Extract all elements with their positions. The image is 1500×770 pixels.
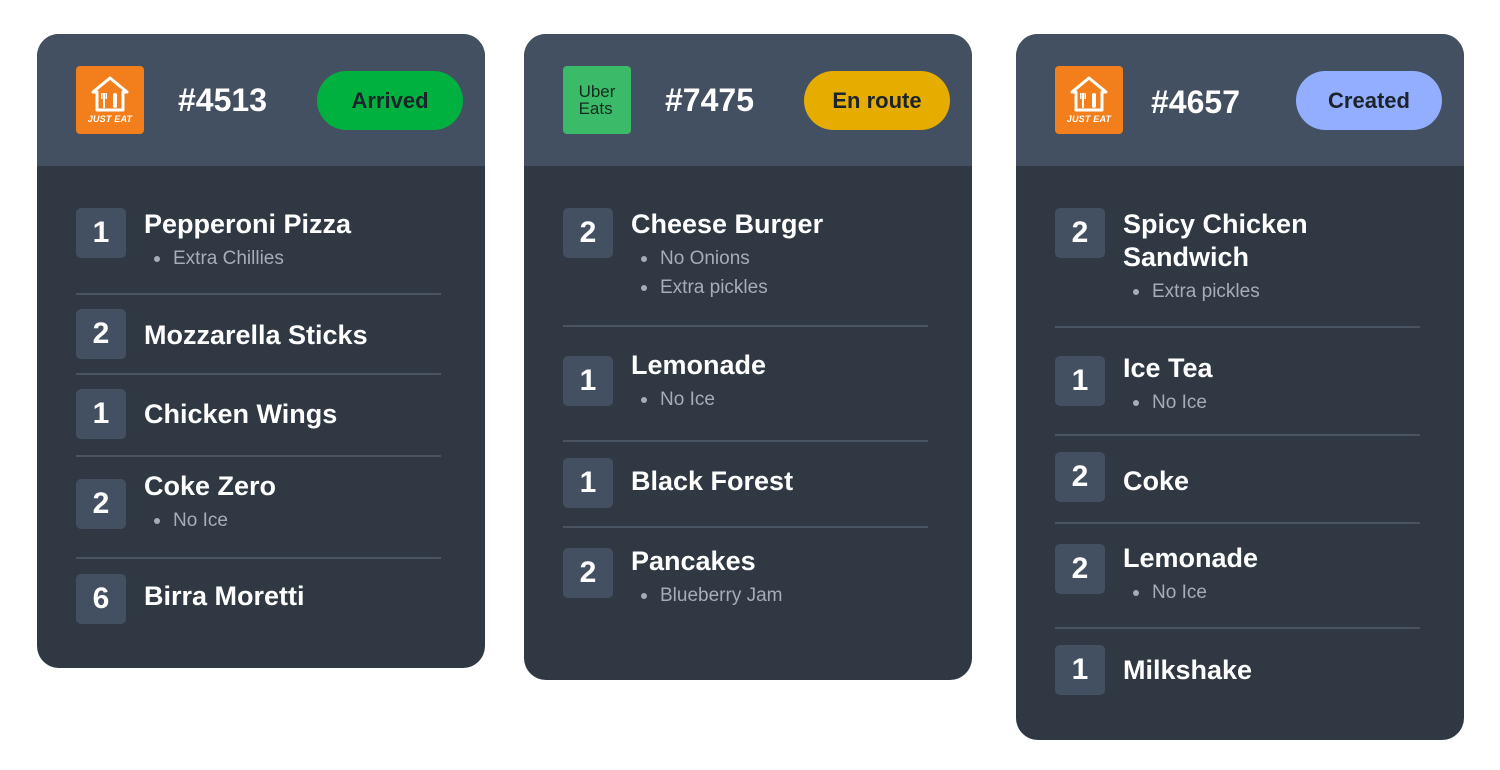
house-cutlery-icon xyxy=(1070,76,1108,112)
order-number: #4513 xyxy=(178,82,267,118)
order-card-4513[interactable]: JUST EAT #4513 Arrived 1 Pepperoni Pizza… xyxy=(37,34,485,668)
quantity-badge: 2 xyxy=(563,548,613,598)
list-item[interactable]: 1 Chicken Wings xyxy=(76,389,441,439)
item-name: Milkshake xyxy=(1123,655,1253,685)
status-badge[interactable]: Created xyxy=(1296,71,1442,130)
list-item[interactable]: 2 Cheese Burger No Onions Extra pickles xyxy=(563,208,928,302)
quantity-badge: 1 xyxy=(563,458,613,508)
order-items: 2 Spicy Chicken Sandwich Extra pickles 1… xyxy=(1016,208,1464,695)
item-modifier: No Ice xyxy=(144,506,276,535)
quantity-badge: 2 xyxy=(1055,544,1105,594)
item-name: Lemonade xyxy=(1123,543,1259,573)
list-item[interactable]: 2 Coke xyxy=(1055,452,1420,502)
list-item[interactable]: 2 Spicy Chicken Sandwich Extra pickles xyxy=(1055,208,1420,306)
divider xyxy=(1055,434,1420,436)
quantity-badge: 2 xyxy=(76,309,126,359)
uber-eats-wordmark: Uber Eats xyxy=(578,82,616,118)
order-card-7475[interactable]: Uber Eats #7475 En route 2 Cheese Burger… xyxy=(524,34,972,680)
divider xyxy=(1055,522,1420,524)
list-item[interactable]: 1 Milkshake xyxy=(1055,645,1420,695)
just-eat-logo: JUST EAT xyxy=(1055,66,1123,134)
just-eat-wordmark: JUST EAT xyxy=(87,114,133,124)
list-item[interactable]: 1 Pepperoni Pizza Extra Chillies xyxy=(76,208,441,273)
order-items: 2 Cheese Burger No Onions Extra pickles … xyxy=(524,208,972,610)
quantity-badge: 2 xyxy=(1055,208,1105,258)
quantity-badge: 2 xyxy=(76,479,126,529)
item-name: Chicken Wings xyxy=(144,399,338,429)
list-item[interactable]: 2 Lemonade No Ice xyxy=(1055,543,1420,607)
divider xyxy=(563,526,928,528)
list-item[interactable]: 1 Lemonade No Ice xyxy=(563,350,928,414)
item-name: Pepperoni Pizza xyxy=(144,209,352,239)
list-item[interactable]: 1 Black Forest xyxy=(563,458,928,508)
divider xyxy=(563,440,928,442)
order-header: JUST EAT #4513 Arrived xyxy=(37,34,485,166)
order-number: #4657 xyxy=(1151,84,1240,120)
divider xyxy=(76,293,441,295)
quantity-badge: 6 xyxy=(76,574,126,624)
just-eat-logo: JUST EAT xyxy=(76,66,144,134)
order-items: 1 Pepperoni Pizza Extra Chillies 2 Mozza… xyxy=(37,208,485,624)
quantity-badge: 1 xyxy=(76,208,126,258)
list-item[interactable]: 2 Coke Zero No Ice xyxy=(76,471,441,535)
item-modifier: No Ice xyxy=(1123,578,1258,607)
quantity-badge: 2 xyxy=(563,208,613,258)
quantity-badge: 2 xyxy=(1055,452,1105,502)
item-modifier: Blueberry Jam xyxy=(631,581,783,610)
item-modifier: No Ice xyxy=(631,385,766,414)
list-item[interactable]: 2 Pancakes Blueberry Jam xyxy=(563,546,928,610)
divider xyxy=(1055,326,1420,328)
quantity-badge: 1 xyxy=(1055,645,1105,695)
item-name: Mozzarella Sticks xyxy=(144,320,368,350)
item-name: Coke Zero xyxy=(144,471,277,501)
house-cutlery-icon xyxy=(91,76,129,112)
order-card-4657[interactable]: JUST EAT #4657 Created 2 Spicy Chicken S… xyxy=(1016,34,1464,740)
item-modifier: Extra pickles xyxy=(1123,277,1353,306)
order-header: Uber Eats #7475 En route xyxy=(524,34,972,166)
uber-eats-logo: Uber Eats xyxy=(563,66,631,134)
item-name: Birra Moretti xyxy=(144,581,305,611)
item-name: Coke xyxy=(1123,466,1190,496)
item-name: Ice Tea xyxy=(1123,353,1213,383)
item-modifier: No Ice xyxy=(1123,388,1213,417)
item-modifier: Extra pickles xyxy=(631,273,823,302)
divider xyxy=(563,325,928,327)
divider xyxy=(76,373,441,375)
item-name: Lemonade xyxy=(631,350,767,380)
status-badge[interactable]: Arrived xyxy=(317,71,463,130)
item-name: Black Forest xyxy=(631,466,794,496)
order-header: JUST EAT #4657 Created xyxy=(1016,34,1464,166)
list-item[interactable]: 6 Birra Moretti xyxy=(76,574,441,624)
just-eat-wordmark: JUST EAT xyxy=(1066,114,1112,124)
item-name: Pancakes xyxy=(631,546,756,576)
quantity-badge: 1 xyxy=(1055,356,1105,406)
status-badge[interactable]: En route xyxy=(804,71,950,130)
quantity-badge: 1 xyxy=(76,389,126,439)
quantity-badge: 1 xyxy=(563,356,613,406)
list-item[interactable]: 2 Mozzarella Sticks xyxy=(76,309,441,359)
divider xyxy=(76,557,441,559)
item-modifier: No Onions xyxy=(631,244,823,273)
divider xyxy=(76,455,441,457)
item-name: Cheese Burger xyxy=(631,209,824,239)
item-modifier: Extra Chillies xyxy=(144,244,351,273)
list-item[interactable]: 1 Ice Tea No Ice xyxy=(1055,353,1420,417)
item-name: Spicy Chicken Sandwich xyxy=(1123,209,1308,272)
order-number: #7475 xyxy=(665,82,754,118)
divider xyxy=(1055,627,1420,629)
